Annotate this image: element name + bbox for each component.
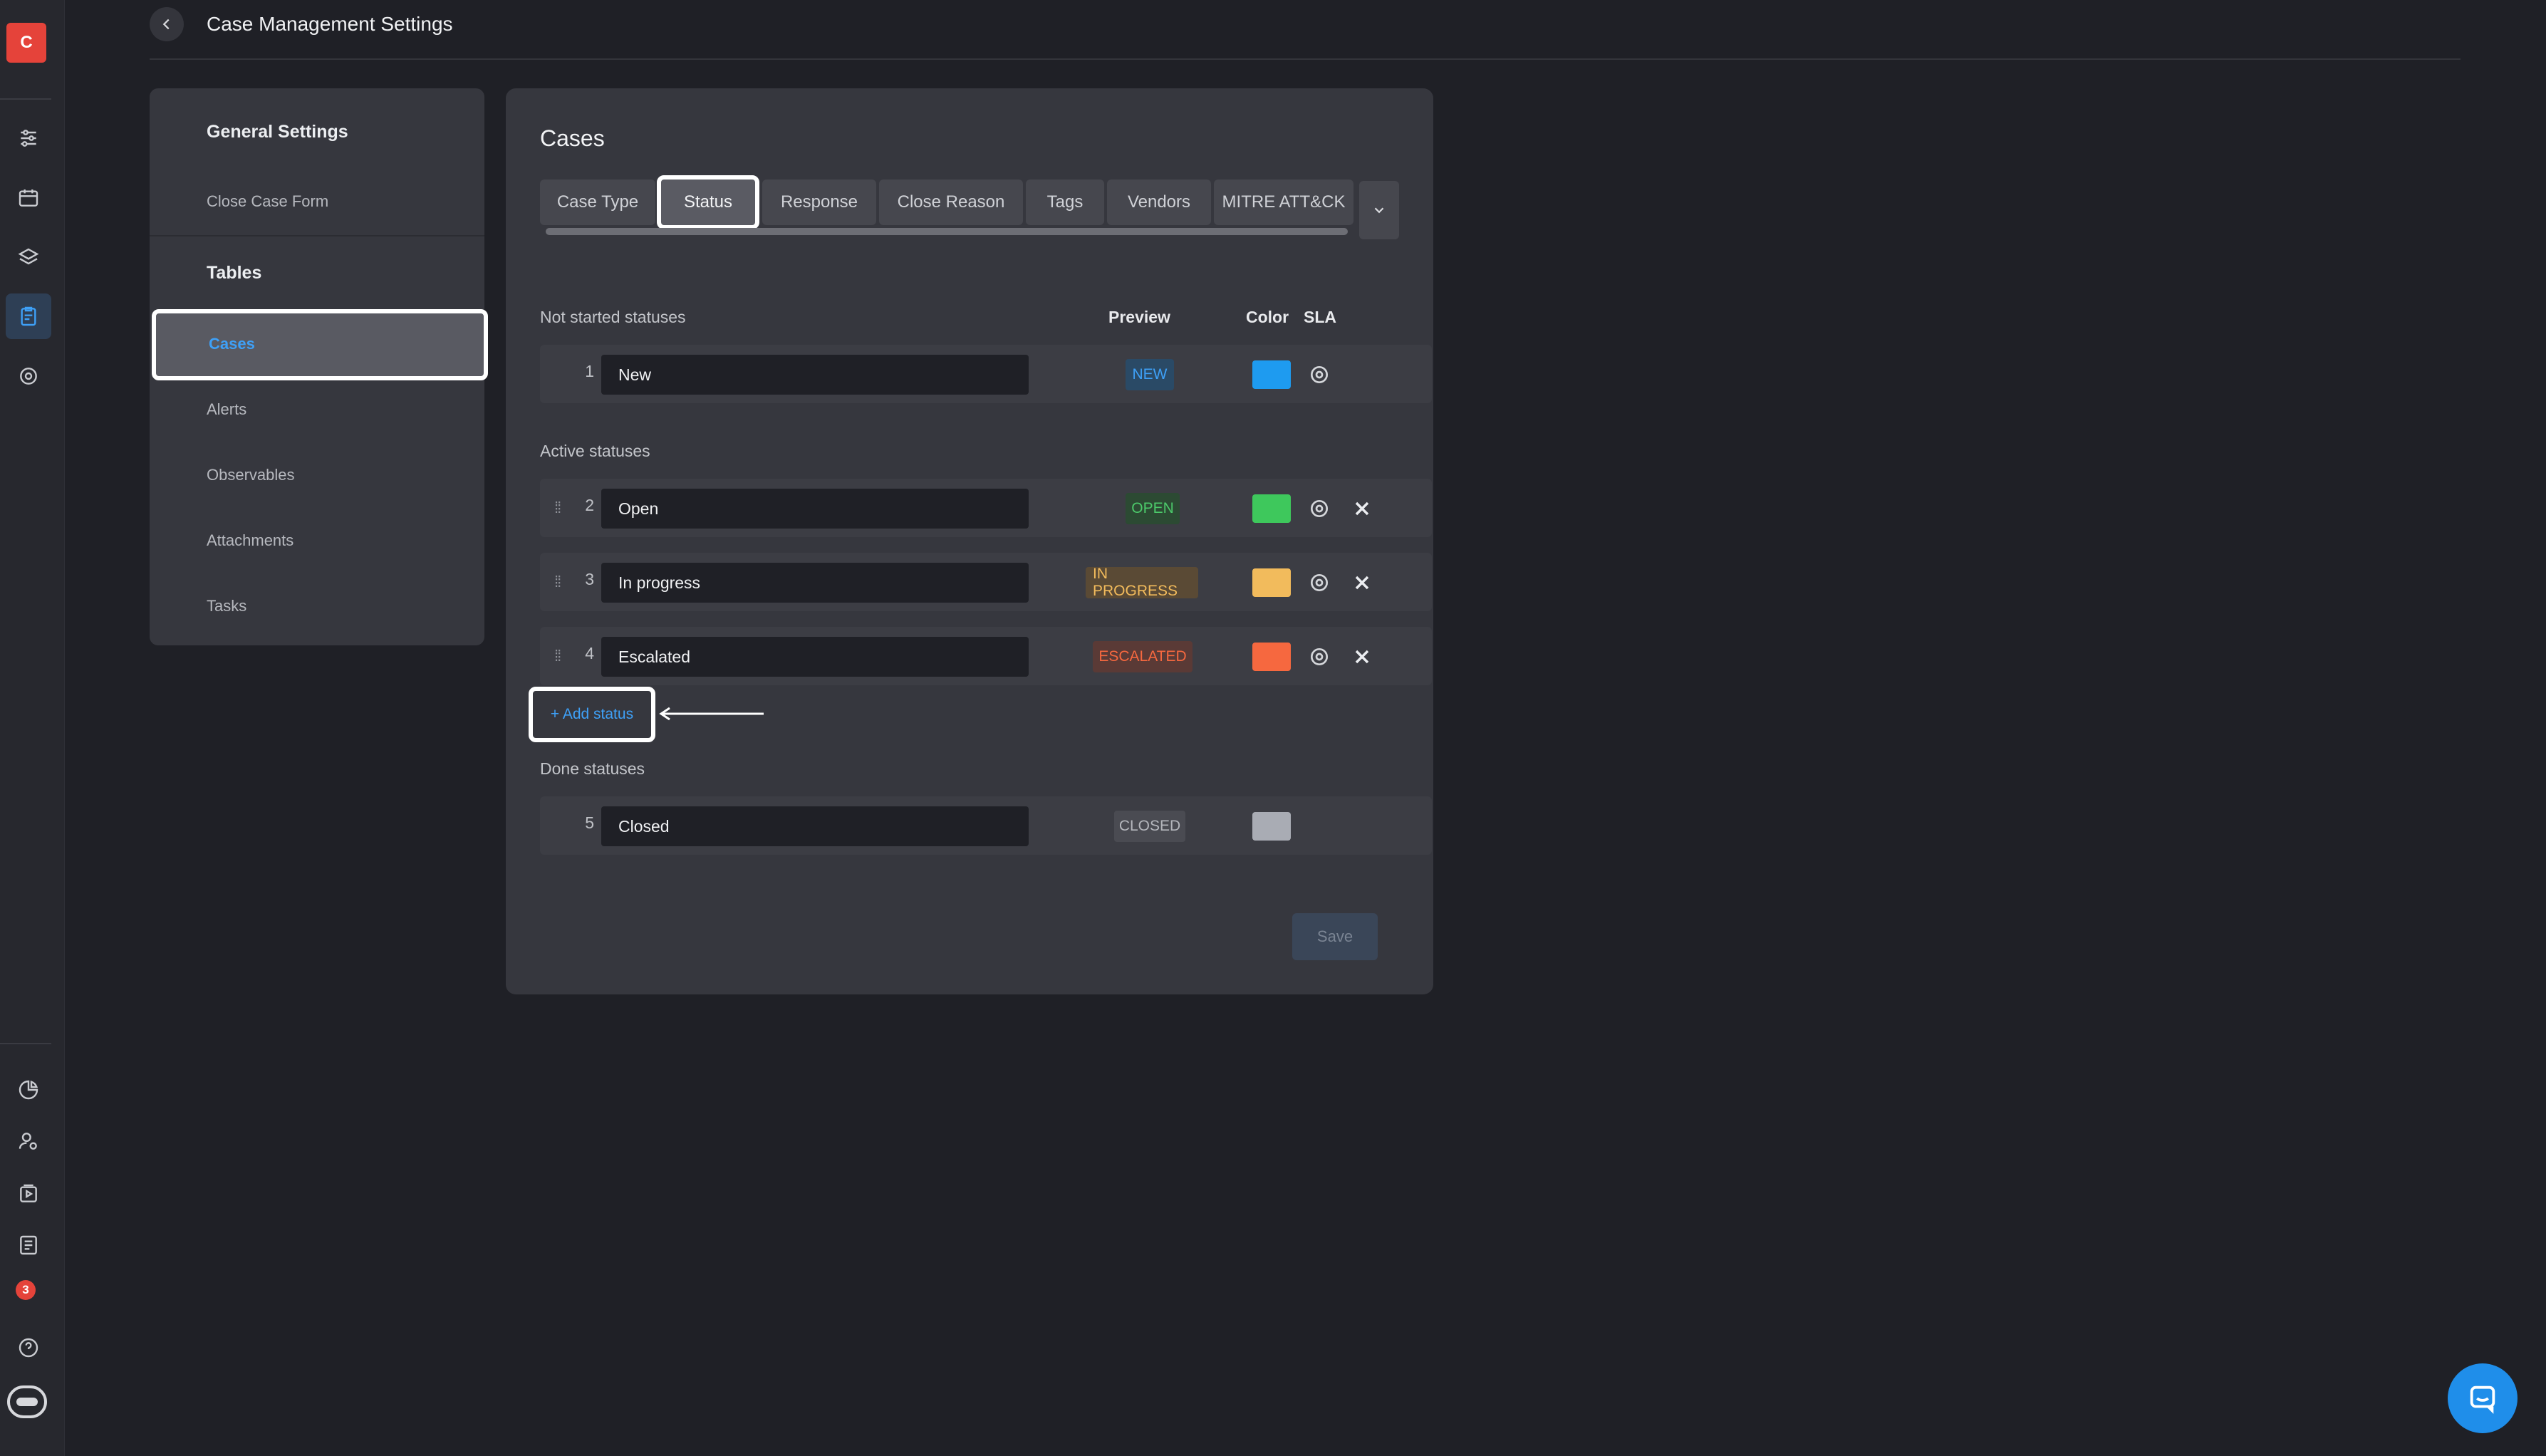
app-logo[interactable]: C	[6, 23, 46, 63]
status-number: 5	[585, 813, 594, 832]
reports-icon[interactable]	[6, 1222, 51, 1268]
status-number: 1	[585, 362, 594, 380]
drag-handle-icon[interactable]: ⁞⁞	[554, 647, 561, 665]
status-preview-badge: OPEN	[1126, 493, 1180, 524]
status-name-input[interactable]: New	[601, 355, 1029, 395]
status-number: 4	[585, 644, 594, 662]
active-label: Active statuses	[540, 442, 650, 460]
header-divider	[150, 58, 2461, 60]
status-name-input[interactable]: Closed	[601, 806, 1029, 846]
target-icon[interactable]	[6, 353, 51, 399]
settings-nav: General Settings Close Case Form Tables …	[150, 88, 488, 645]
nav-item-observables[interactable]: Observables	[207, 464, 295, 486]
sla-gear-icon[interactable]	[1308, 497, 1331, 520]
status-color-swatch[interactable]	[1252, 643, 1291, 671]
cases-settings-card: Cases Case Type Status Response Close Re…	[506, 88, 1433, 994]
tab-case-type[interactable]: Case Type	[540, 180, 655, 225]
status-row: 1 New NEW	[540, 345, 1432, 403]
tab-response[interactable]: Response	[762, 180, 876, 225]
status-preview-badge: CLOSED	[1114, 811, 1185, 842]
status-preview-badge: NEW	[1126, 359, 1174, 390]
sliders-icon[interactable]	[6, 115, 51, 161]
status-row: ⁞⁞ 3 In progress IN PROGRESS	[540, 553, 1432, 611]
tab-vendors[interactable]: Vendors	[1107, 180, 1211, 225]
status-row: ⁞⁞ 2 Open OPEN	[540, 479, 1432, 537]
status-row: 5 Closed CLOSED	[540, 796, 1432, 855]
sla-gear-icon[interactable]	[1308, 645, 1331, 668]
tab-close-reason[interactable]: Close Reason	[879, 180, 1023, 225]
rail-divider	[0, 98, 51, 100]
not-started-label: Not started statuses	[540, 308, 686, 326]
status-number: 3	[585, 570, 594, 588]
status-color-swatch[interactable]	[1252, 360, 1291, 389]
layers-icon[interactable]	[6, 235, 51, 281]
user-settings-icon[interactable]	[6, 1118, 51, 1164]
back-button[interactable]	[150, 7, 184, 41]
left-rail: C 3	[0, 0, 65, 1456]
playbook-icon[interactable]	[6, 1171, 51, 1217]
help-icon[interactable]	[6, 1325, 51, 1371]
sla-gear-icon[interactable]	[1308, 571, 1331, 594]
save-button[interactable]: Save	[1292, 913, 1378, 960]
done-label: Done statuses	[540, 759, 645, 778]
close-icon[interactable]	[1351, 497, 1373, 520]
status-name-input[interactable]: In progress	[601, 563, 1029, 603]
notification-badge[interactable]: 3	[16, 1280, 36, 1300]
calendar-icon[interactable]	[6, 175, 51, 221]
tab-status[interactable]: Status	[657, 175, 759, 229]
preview-column-header: Preview	[1108, 308, 1170, 326]
arrow-left-icon	[659, 707, 764, 721]
nav-item-alerts[interactable]: Alerts	[207, 399, 246, 420]
bot-avatar-icon[interactable]	[7, 1385, 47, 1418]
status-name-input[interactable]: Escalated	[601, 637, 1029, 677]
status-row: ⁞⁞ 4 Escalated ESCALATED	[540, 627, 1432, 685]
nav-item-cases-label: Cases	[209, 335, 255, 353]
status-color-swatch[interactable]	[1252, 494, 1291, 523]
status-color-swatch[interactable]	[1252, 812, 1291, 841]
status-name-input[interactable]: Open	[601, 489, 1029, 529]
tab-tags[interactable]: Tags	[1026, 180, 1104, 225]
sla-column-header: SLA	[1304, 308, 1336, 326]
pie-chart-icon[interactable]	[6, 1067, 51, 1113]
nav-divider	[150, 235, 484, 236]
chat-icon	[2470, 1385, 2495, 1414]
sla-gear-icon[interactable]	[1308, 363, 1331, 386]
drag-handle-icon[interactable]: ⁞⁞	[554, 573, 561, 591]
chevron-down-icon	[1374, 207, 1384, 214]
tab-mitre-attack[interactable]: MITRE ATT&CK	[1214, 180, 1353, 225]
nav-item-attachments[interactable]: Attachments	[207, 530, 293, 551]
close-icon[interactable]	[1351, 645, 1373, 668]
status-color-swatch[interactable]	[1252, 568, 1291, 597]
page-title: Case Management Settings	[207, 13, 453, 35]
nav-tables-heading: Tables	[207, 263, 262, 283]
nav-close-case-form[interactable]: Close Case Form	[207, 191, 328, 212]
drag-handle-icon[interactable]: ⁞⁞	[554, 499, 561, 517]
chat-launcher-button[interactable]	[2448, 1363, 2518, 1433]
color-column-header: Color	[1246, 308, 1289, 326]
nav-item-tasks[interactable]: Tasks	[207, 596, 246, 617]
nav-general-settings[interactable]: General Settings	[207, 121, 348, 142]
status-preview-badge: IN PROGRESS	[1086, 566, 1198, 599]
status-preview-badge: ESCALATED	[1093, 641, 1193, 672]
tabs-scrollbar[interactable]	[546, 228, 1348, 235]
more-tabs-button[interactable]	[1359, 181, 1399, 239]
rail-divider	[0, 1043, 51, 1044]
nav-item-cases[interactable]: Cases	[152, 309, 488, 380]
status-number: 2	[585, 496, 594, 514]
close-icon[interactable]	[1351, 571, 1373, 594]
add-status-button[interactable]: + Add status	[529, 687, 655, 742]
chevron-left-icon	[162, 19, 170, 30]
cases-clipboard-icon[interactable]	[6, 293, 51, 339]
card-title: Cases	[540, 125, 605, 151]
